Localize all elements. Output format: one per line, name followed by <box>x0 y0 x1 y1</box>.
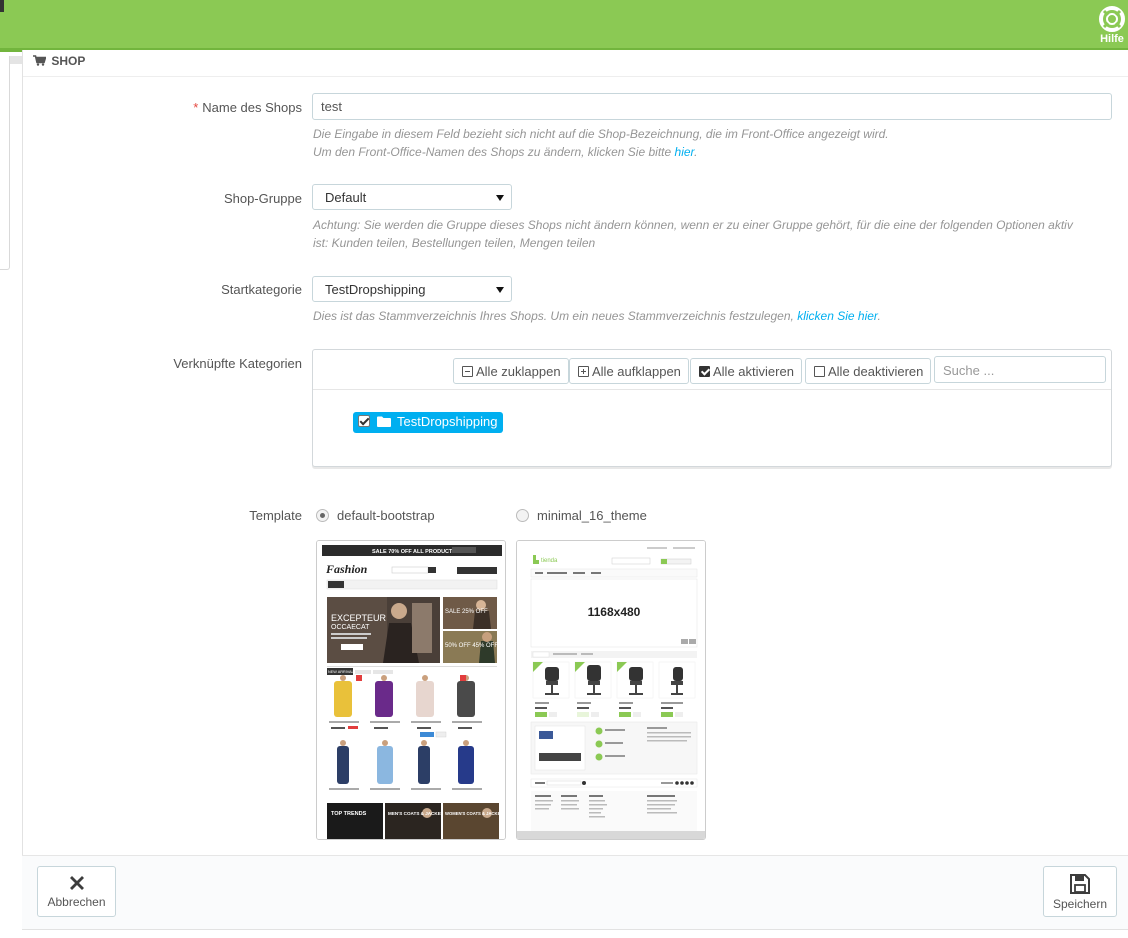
preview2-logo: tienda <box>541 558 558 564</box>
tree-node-label: TestDropshipping <box>397 414 498 429</box>
preview1-banner: SALE 70% OFF ALL PRODUCTS <box>372 549 456 555</box>
chevron-down-icon <box>496 195 504 201</box>
shop-group-label: Shop-Gruppe <box>223 191 302 206</box>
shop-name-input[interactable]: test <box>312 93 1112 120</box>
tree-node-testdropshipping[interactable]: TestDropshipping <box>353 412 504 433</box>
panel-heading: SHOP <box>33 54 85 68</box>
left-side-panel <box>0 56 10 270</box>
uncheck-all-button[interactable]: Alle deaktivieren <box>805 358 932 384</box>
template-preview-minimal[interactable]: tienda 1168x480 <box>516 540 706 840</box>
panel-heading-text: SHOP <box>51 54 86 68</box>
folder-icon <box>376 416 391 427</box>
window-corner <box>0 0 4 12</box>
new-root-category-link[interactable]: klicken Sie hier <box>797 309 877 323</box>
required-mark: * <box>193 100 199 115</box>
default-bootstrap-preview-image: SALE 70% OFF ALL PRODUCTS Fashion EXCEPT… <box>317 541 506 839</box>
start-category-select[interactable]: TestDropshipping <box>312 276 512 302</box>
preview1-hero-sub: OCCAECAT <box>331 624 370 631</box>
heading-divider <box>23 76 1128 77</box>
preview1-side-promo2: 50% OFF 45% OFF <box>445 643 498 649</box>
template-preview-default-bootstrap[interactable]: SALE 70% OFF ALL PRODUCTS Fashion EXCEPT… <box>316 540 506 840</box>
front-office-name-link[interactable]: hier <box>675 145 695 159</box>
shop-group-selected: Default <box>325 190 367 205</box>
tree-node-checkbox[interactable] <box>358 415 370 427</box>
preview1-tab: NEW ARRIVALS <box>328 670 357 674</box>
shop-name-help: Die Eingabe in diesem Feld bezieht sich … <box>313 127 889 159</box>
start-category-help: Dies ist das Stammverzeichnis Ihres Shop… <box>313 309 881 323</box>
preview1-promo-women: WOMEN'S COATS & JACKETS <box>445 811 506 816</box>
collapse-all-button[interactable]: Alle zuklappen <box>453 358 569 384</box>
radio-unselected[interactable] <box>516 509 529 522</box>
template-option-default-bootstrap[interactable]: default-bootstrap <box>316 508 435 523</box>
help-button[interactable]: Hilfe <box>1096 6 1128 48</box>
check-all-button[interactable]: Alle aktivieren <box>690 358 802 384</box>
shop-group-help: Achtung: Sie werden die Gruppe dieses Sh… <box>313 218 1073 250</box>
preview1-logo: Fashion <box>325 562 368 576</box>
chevron-down-icon <box>496 287 504 293</box>
plus-square-icon <box>578 366 589 377</box>
checked-square-icon <box>699 366 710 377</box>
template-option-minimal[interactable]: minimal_16_theme <box>516 508 647 523</box>
preview2-slider-size: 1168x480 <box>588 605 641 619</box>
cancel-button[interactable]: Abbrechen <box>37 866 116 917</box>
linked-categories-label: Verknüpfte Kategorien <box>173 356 302 371</box>
form-footer <box>22 855 1128 929</box>
preview1-hero-title: EXCEPTEUR <box>331 613 387 623</box>
expand-all-button[interactable]: Alle aufklappen <box>569 358 689 384</box>
lifebuoy-icon <box>1099 6 1125 32</box>
preview1-promo-top: TOP TRENDS <box>331 811 367 817</box>
empty-square-icon <box>814 366 825 377</box>
preview1-side-promo1: SALE 25% OFF <box>445 609 488 615</box>
start-category-label: Startkategorie <box>221 282 302 297</box>
save-button[interactable]: Speichern <box>1043 866 1117 917</box>
help-label: Hilfe <box>1100 33 1124 45</box>
save-label: Speichern <box>1052 897 1108 911</box>
cart-icon <box>33 55 46 66</box>
category-search-input[interactable]: Suche ... <box>934 356 1106 383</box>
category-tree-toolbar: Alle zuklappen Alle aufklappen Alle akti… <box>313 350 1111 390</box>
minimal-preview-image: tienda 1168x480 <box>517 541 705 839</box>
close-icon <box>69 876 84 890</box>
shop-group-select[interactable]: Default <box>312 184 512 210</box>
floppy-disk-icon <box>1070 874 1090 894</box>
minus-square-icon <box>462 366 473 377</box>
cancel-label: Abbrechen <box>47 895 106 909</box>
preview1-promo-men: MEN'S COATS & JACKETS <box>388 811 447 816</box>
shop-name-label: * Name des Shops <box>193 100 302 115</box>
top-header-bar: Hilfe <box>0 0 1128 52</box>
category-tree-panel: Alle zuklappen Alle aufklappen Alle akti… <box>312 349 1112 467</box>
start-category-selected: TestDropshipping <box>325 282 426 297</box>
radio-selected[interactable] <box>316 509 329 522</box>
template-label: Template <box>249 508 302 523</box>
